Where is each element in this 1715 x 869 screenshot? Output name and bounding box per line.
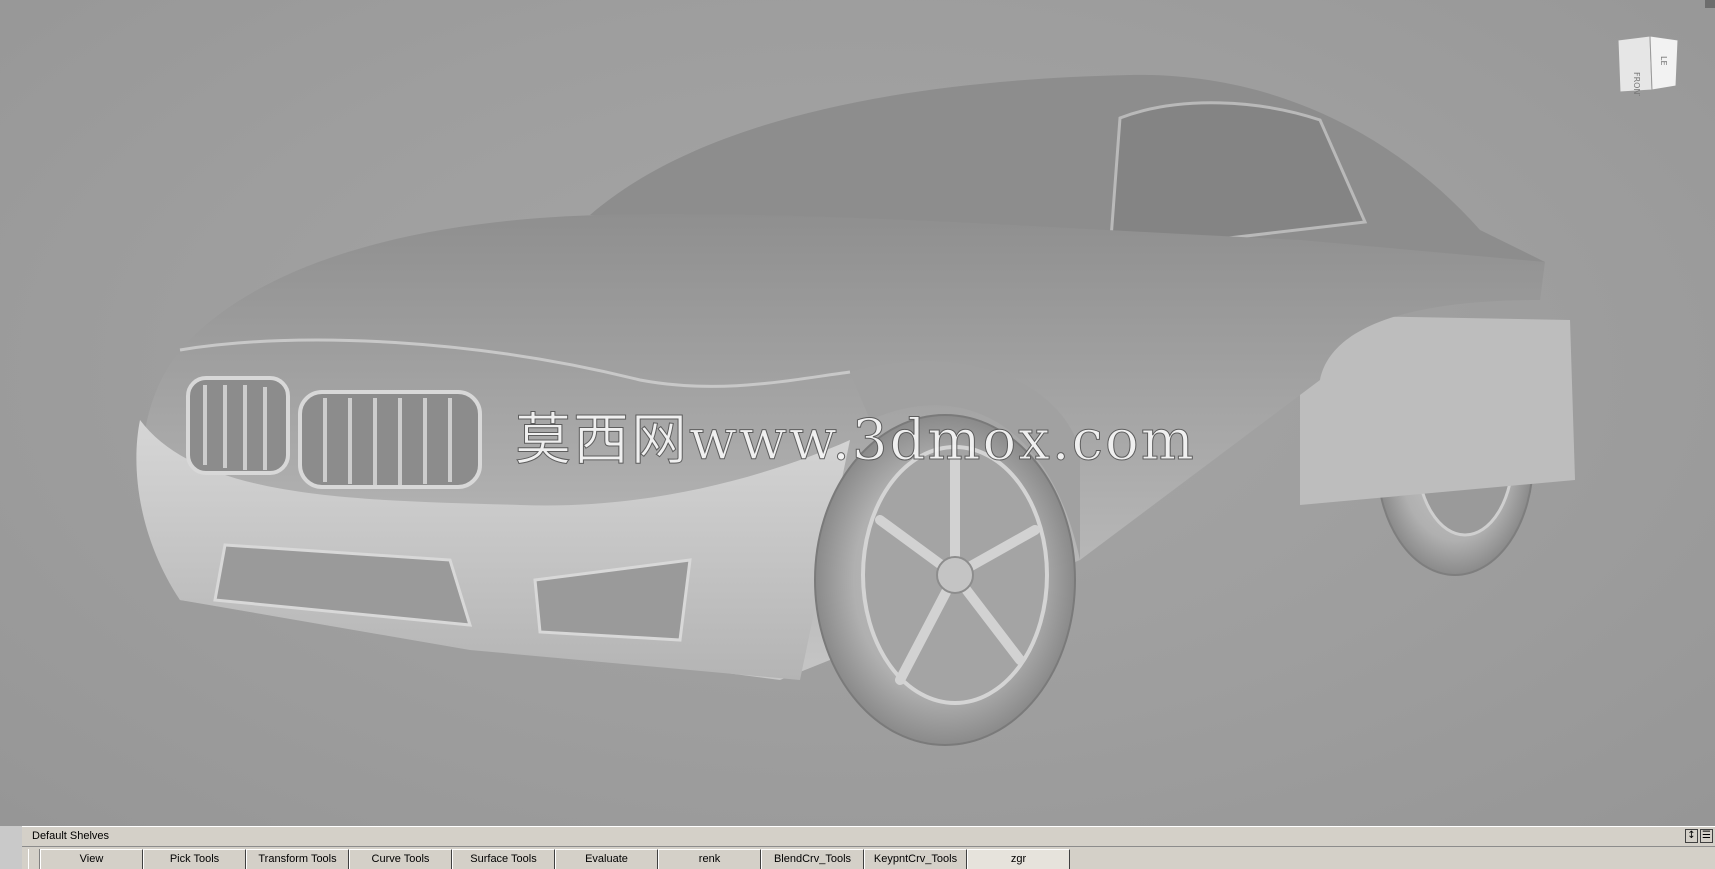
shelf-tabs: View Pick Tools Transform Tools Curve To…	[40, 849, 1070, 869]
tab-bar-handle[interactable]	[28, 849, 40, 869]
tab-view[interactable]: View	[40, 849, 143, 869]
tab-blendcrv-tools[interactable]: BlendCrv_Tools	[761, 849, 864, 869]
viewcube-front-label: FRONT	[1632, 72, 1641, 96]
tab-curve-tools[interactable]: Curve Tools	[349, 849, 452, 869]
tab-keypntcrv-tools[interactable]: KeypntCrv_Tools	[864, 849, 967, 869]
shelf-tab-bar: View Pick Tools Transform Tools Curve To…	[22, 847, 1715, 869]
shelf-menu-icon[interactable]: ☰	[1700, 829, 1713, 843]
watermark-text: 莫西网www.3dmox.com	[515, 408, 1196, 474]
tab-pick-tools[interactable]: Pick Tools	[143, 849, 246, 869]
shelf-header: Default Shelves ↕ ☰	[22, 826, 1715, 847]
3d-viewport[interactable]: 莫西网www.3dmox.com FRONT LE	[0, 0, 1715, 826]
tab-surface-tools[interactable]: Surface Tools	[452, 849, 555, 869]
shelf-resize-icon[interactable]: ↕	[1685, 829, 1698, 843]
viewcube-navigator[interactable]: FRONT LE	[1612, 32, 1684, 99]
tab-evaluate[interactable]: Evaluate	[555, 849, 658, 869]
viewcube-icon: FRONT LE	[1617, 35, 1679, 99]
viewcube-side-label: LE	[1659, 56, 1668, 66]
tab-transform-tools[interactable]: Transform Tools	[246, 849, 349, 869]
shelf-title: Default Shelves	[32, 830, 110, 842]
shelf-controls: ↕ ☰	[1685, 829, 1713, 843]
left-strip	[0, 826, 22, 869]
tab-zgr[interactable]: zgr	[967, 849, 1070, 869]
viewport-corner-marker	[1705, 0, 1715, 8]
tab-renk[interactable]: renk	[658, 849, 761, 869]
